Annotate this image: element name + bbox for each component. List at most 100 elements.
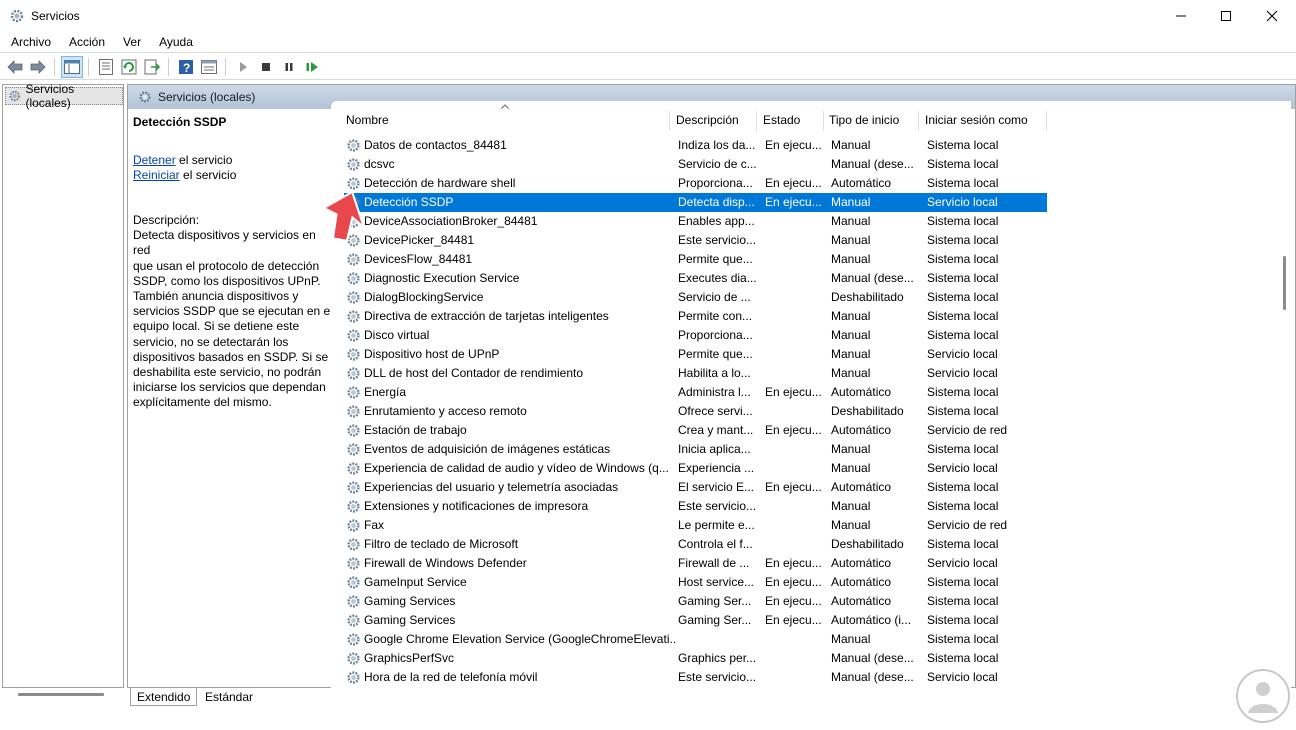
stop-service-button[interactable] — [255, 56, 277, 78]
menu-ayuda[interactable]: Ayuda — [152, 35, 200, 49]
minimize-button[interactable] — [1158, 0, 1204, 31]
forward-button[interactable] — [27, 56, 49, 78]
row-cell-description: Servicio de c... — [678, 157, 757, 171]
row-cell-startup-type: Manual — [831, 442, 871, 456]
column-header-state[interactable]: Estado — [763, 109, 800, 131]
service-row[interactable]: Experiencia de calidad de audio y vídeo … — [344, 459, 1047, 478]
service-row[interactable]: GraphicsPerfSvc Graphics per... Manual (de… — [344, 649, 1047, 668]
service-row[interactable]: Diagnostic Execution Service Executes dia… — [344, 269, 1047, 288]
service-gear-icon — [347, 633, 360, 646]
tab-estandar[interactable]: Estándar — [199, 688, 259, 706]
menu-ver[interactable]: Ver — [116, 35, 148, 49]
column-separator[interactable] — [823, 111, 824, 131]
maximize-icon — [1221, 10, 1231, 21]
service-gear-icon — [347, 405, 360, 418]
row-cell-logon-as: Sistema local — [927, 480, 999, 494]
service-row[interactable]: Google Chrome Elevation Service (GoogleC… — [344, 630, 1047, 649]
row-cell-state — [765, 649, 827, 668]
services-gear-icon — [139, 91, 151, 103]
service-row[interactable]: DevicesFlow_84481 Permite que... Manual Sis… — [344, 250, 1047, 269]
row-cell-logon-as: Servicio local — [927, 347, 998, 361]
service-row[interactable]: Gaming Services Gaming Ser... En ejecu... A… — [344, 592, 1047, 611]
service-row[interactable]: DevicePicker_84481 Este servicio... Manual… — [344, 231, 1047, 250]
column-separator[interactable] — [756, 111, 757, 131]
service-row[interactable]: Filtro de teclado de Microsoft Controla e… — [344, 535, 1047, 554]
row-cell-state — [765, 459, 827, 478]
stop-service-link[interactable]: Detener — [133, 153, 176, 167]
row-cell-startup-type: Manual — [831, 499, 871, 513]
service-row[interactable]: Detección SSDP Detecta disp... En ejecu...… — [344, 193, 1047, 212]
service-row[interactable]: DLL de host del Contador de rendimiento H… — [344, 364, 1047, 383]
start-service-button[interactable] — [232, 56, 254, 78]
service-row[interactable]: Energía Administra l... En ejecu... Automát… — [344, 383, 1047, 402]
service-row[interactable]: Enrutamiento y acceso remoto Ofrece servi… — [344, 402, 1047, 421]
export-list-button[interactable] — [141, 56, 163, 78]
service-row[interactable]: Hora de la red de telefonía móvil Este se… — [344, 668, 1047, 687]
service-row[interactable]: Directiva de extracción de tarjetas inte… — [344, 307, 1047, 326]
restart-service-button[interactable] — [301, 56, 323, 78]
row-cell-state — [765, 630, 827, 649]
service-row[interactable]: DialogBlockingService Servicio de ... Desh… — [344, 288, 1047, 307]
service-gear-icon — [347, 595, 360, 608]
row-cell-startup-type: Manual (dese... — [831, 670, 914, 684]
refresh-icon — [121, 59, 137, 74]
row-cell-description: Administra l... — [678, 385, 751, 399]
column-separator[interactable] — [1046, 111, 1047, 131]
service-row[interactable]: Dispositivo host de UPnP Permite que... Ma… — [344, 345, 1047, 364]
service-row[interactable]: Experiencias del usuario y telemetría as… — [344, 478, 1047, 497]
tree-horizontal-scrollbar[interactable] — [18, 693, 104, 696]
row-cell-state — [765, 668, 827, 687]
show-tree-button[interactable] — [61, 55, 83, 78]
back-arrow-icon — [7, 59, 23, 74]
row-cell-logon-as: Sistema local — [927, 309, 999, 323]
service-row[interactable]: Detección de hardware shell Proporciona..… — [344, 174, 1047, 193]
service-row[interactable]: dcsvc Servicio de c... Manual (dese... Sist… — [344, 155, 1047, 174]
column-header-logon-as[interactable]: Iniciar sesión como — [925, 109, 1028, 131]
row-cell-description: Este servicio... — [678, 499, 757, 513]
row-cell-logon-as: Sistema local — [927, 271, 999, 285]
row-cell-state: En ejecu... — [765, 423, 822, 437]
service-row[interactable]: Datos de contactos_84481 Indiza los da...… — [344, 136, 1047, 155]
row-cell-startup-type: Manual — [831, 214, 871, 228]
row-cell-description: Habilita a lo... — [678, 366, 751, 380]
column-header-description[interactable]: Descripción — [676, 109, 739, 131]
service-row[interactable]: Gaming Services Gaming Ser... En ejecu... A… — [344, 611, 1047, 630]
service-row[interactable]: Firewall de Windows Defender Firewall de … — [344, 554, 1047, 573]
tab-extendido[interactable]: Extendido — [130, 688, 198, 706]
service-row[interactable]: Disco virtual Proporciona... Manual Sistema… — [344, 326, 1047, 345]
maximize-button[interactable] — [1203, 0, 1249, 31]
row-cell-name: Energía — [364, 385, 407, 399]
column-separator[interactable] — [669, 111, 670, 131]
row-cell-logon-as: Sistema local — [927, 651, 999, 665]
services-gear-icon — [9, 90, 20, 102]
row-cell-logon-as: Sistema local — [927, 328, 999, 342]
column-header-startup-type[interactable]: Tipo de inicio — [829, 109, 899, 131]
column-separator[interactable] — [918, 111, 919, 131]
view-button[interactable] — [198, 56, 220, 78]
back-button[interactable] — [4, 56, 26, 78]
list-vertical-scrollbar[interactable] — [1283, 256, 1286, 310]
row-cell-startup-type: Manual — [831, 518, 871, 532]
row-cell-name: GameInput Service — [364, 575, 467, 589]
refresh-button[interactable] — [118, 56, 140, 78]
service-row[interactable]: Estación de trabajo Crea y mant... En ejec… — [344, 421, 1047, 440]
pause-service-button[interactable] — [278, 56, 300, 78]
help-button[interactable]: ? — [175, 56, 197, 78]
properties-button[interactable] — [95, 56, 117, 78]
restart-service-link[interactable]: Reiniciar — [133, 168, 180, 182]
service-row[interactable]: Extensiones y notificaciones de impresor… — [344, 497, 1047, 516]
close-button[interactable] — [1249, 0, 1295, 31]
column-header-name[interactable]: Nombre — [346, 109, 389, 131]
service-row[interactable]: Fax Le permite e... Manual Servicio de red — [344, 516, 1047, 535]
service-gear-icon — [347, 386, 360, 399]
window-title: Servicios — [31, 8, 80, 23]
menu-accion[interactable]: Acción — [62, 35, 112, 49]
service-row[interactable]: DeviceAssociationBroker_84481 Enables app… — [344, 212, 1047, 231]
tree-node-services-local[interactable]: Servicios (locales) — [5, 82, 123, 110]
row-cell-description: Controla el f... — [678, 537, 753, 551]
menu-archivo[interactable]: Archivo — [4, 35, 58, 49]
row-cell-state — [765, 269, 827, 288]
service-row[interactable]: GameInput Service Host service... En ejecu… — [344, 573, 1047, 592]
row-cell-name: Experiencia de calidad de audio y vídeo … — [364, 461, 669, 475]
service-row[interactable]: Eventos de adquisición de imágenes estát… — [344, 440, 1047, 459]
